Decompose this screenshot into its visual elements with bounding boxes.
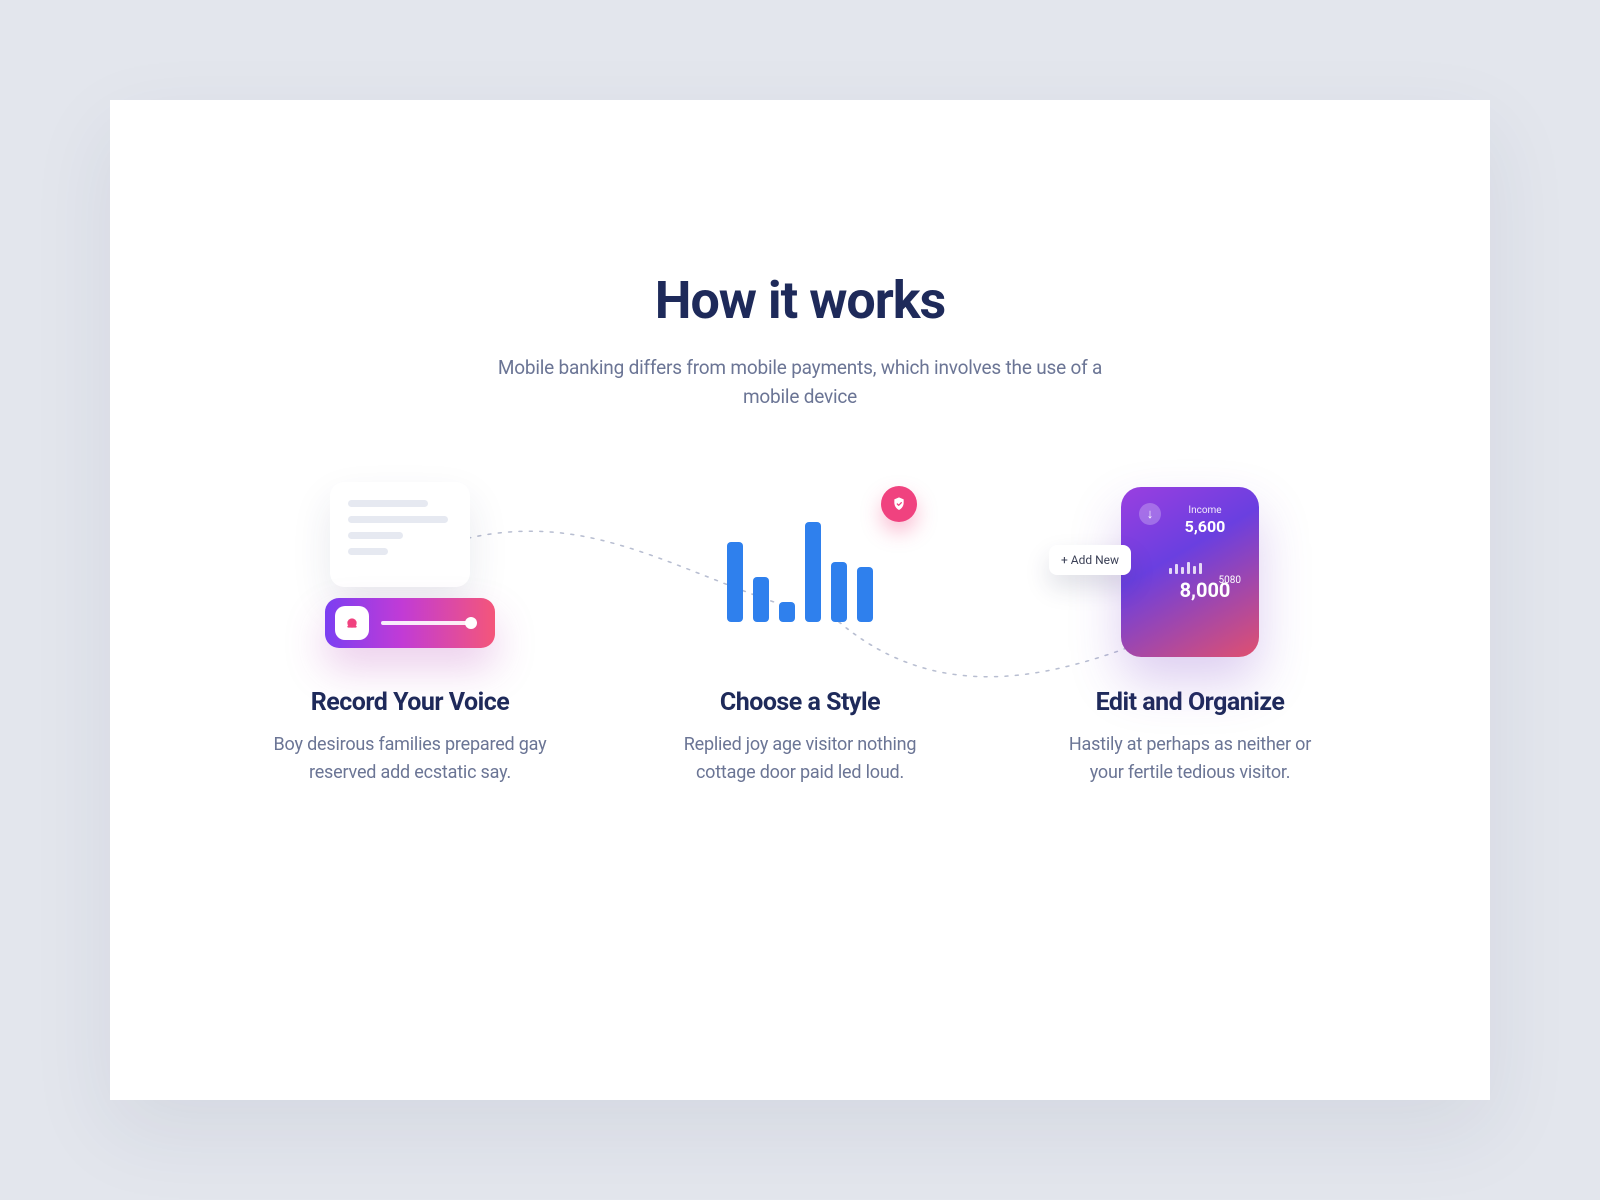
- step-title: Choose a Style: [660, 688, 940, 717]
- income-value: 5,600: [1169, 517, 1241, 536]
- section-subtitle: Mobile banking differs from mobile payme…: [480, 353, 1120, 412]
- mini-bar-chart-icon: [1169, 562, 1241, 574]
- secondary-small: 5080: [1219, 575, 1241, 586]
- hero: How it works Mobile banking differs from…: [110, 270, 1490, 412]
- step-organize: ↓ Income 5,600 5080 8,000 + Add New Edit…: [1050, 472, 1330, 787]
- illustration-organize: ↓ Income 5,600 5080 8,000 + Add New: [1050, 472, 1330, 672]
- step-record: Record Your Voice Boy desirous families …: [270, 472, 550, 787]
- illustration-record: [270, 472, 550, 672]
- finance-card-icon: ↓ Income 5,600 5080 8,000 + Add New: [1121, 487, 1259, 657]
- waveform-icon: [381, 621, 475, 625]
- step-style: Choose a Style Replied joy age visitor n…: [660, 472, 940, 787]
- step-desc: Hastily at perhaps as neither or your fe…: [1050, 731, 1330, 787]
- steps-row: Record Your Voice Boy desirous families …: [110, 472, 1490, 787]
- income-label: Income: [1169, 505, 1241, 516]
- shield-icon: [881, 486, 917, 522]
- add-new-chip: + Add New: [1049, 545, 1131, 575]
- voice-recorder-icon: [325, 598, 495, 648]
- document-card-icon: [330, 482, 470, 587]
- section-title: How it works: [110, 270, 1490, 331]
- arrow-down-icon: ↓: [1139, 503, 1161, 525]
- step-desc: Replied joy age visitor nothing cottage …: [660, 731, 940, 787]
- microphone-icon: [335, 606, 369, 640]
- section-how-it-works: How it works Mobile banking differs from…: [110, 100, 1490, 1100]
- step-title: Record Your Voice: [270, 688, 550, 717]
- bar-chart-icon: [727, 522, 873, 622]
- step-title: Edit and Organize: [1050, 688, 1330, 717]
- illustration-style: [660, 472, 940, 672]
- step-desc: Boy desirous families prepared gay reser…: [270, 731, 550, 787]
